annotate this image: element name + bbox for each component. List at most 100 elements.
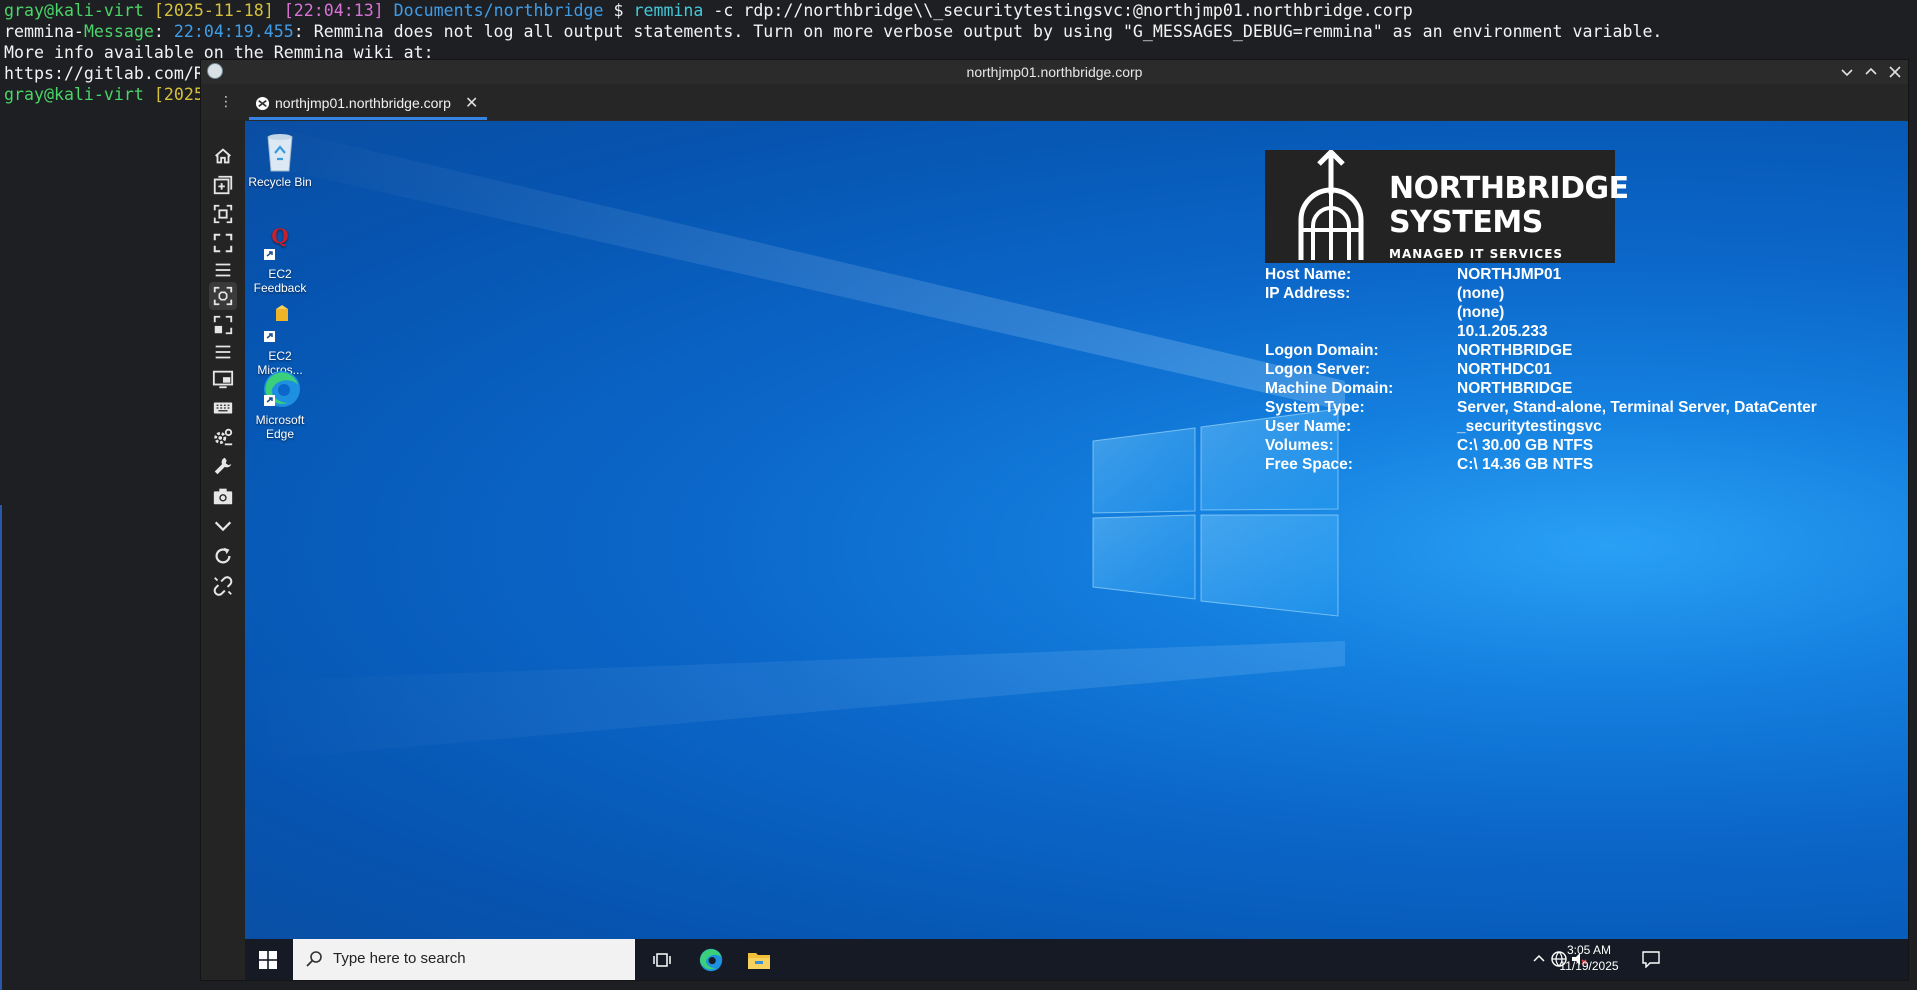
bginfo-system-type-label: System Type: bbox=[1265, 399, 1365, 416]
disconnect-button[interactable] bbox=[209, 572, 237, 600]
folder-icon bbox=[748, 952, 770, 969]
taskbar-clock[interactable]: 3:05 AM 11/19/2025 bbox=[1553, 942, 1625, 974]
bginfo-free-space-value: C:\ 14.36 GB NTFS bbox=[1457, 456, 1594, 473]
terminal-prompt: $ bbox=[613, 1, 624, 20]
reconnect-icon bbox=[215, 547, 231, 564]
terminal-line-command: gray@kali-virt [2025-11-18] [22:04:13] D… bbox=[4, 0, 1413, 21]
window-title: northjmp01.northbridge.corp bbox=[966, 64, 1143, 80]
bginfo-ip-value-1: (none) bbox=[1457, 285, 1505, 302]
bginfo-ip-value-2: (none) bbox=[1457, 304, 1505, 321]
taskbar-edge-button[interactable] bbox=[689, 939, 733, 980]
tab-label: northjmp01.northbridge.corp bbox=[275, 95, 451, 111]
desktop-icon-ec2-microsoft[interactable]: EC2 Micros... bbox=[245, 303, 315, 377]
svg-text:Q: Q bbox=[271, 224, 288, 248]
notifications-icon[interactable] bbox=[1641, 950, 1661, 968]
preferences-icon bbox=[214, 428, 233, 446]
fit-window-button[interactable] bbox=[209, 200, 237, 228]
terminal-date: [2025-11-18] bbox=[153, 1, 274, 20]
desktop-icon-microsoft-edge[interactable]: Microsoft Edge bbox=[245, 367, 315, 441]
bginfo-free-space-label: Free Space: bbox=[1265, 456, 1353, 473]
desktop-icon-label: EC2 Feedback bbox=[253, 267, 307, 295]
rdp-connection-icon bbox=[255, 96, 270, 111]
wrench-icon bbox=[214, 457, 232, 475]
dynamic-resize-icon bbox=[213, 315, 233, 335]
maximize-window-button[interactable] bbox=[1861, 62, 1881, 82]
remote-desktop[interactable]: Recycle Bin Q EC2 Feedback EC2 Micros...… bbox=[245, 121, 1908, 939]
bginfo-host-value: NORTHJMP01 bbox=[1457, 266, 1562, 283]
camera-icon bbox=[213, 488, 233, 505]
terminal-date-2: [2025 bbox=[153, 85, 204, 104]
preferences-button[interactable] bbox=[209, 423, 237, 451]
menu-icon-2 bbox=[215, 345, 231, 359]
bginfo-logon-domain-value: NORTHBRIDGE bbox=[1457, 342, 1573, 359]
chevron-down-icon bbox=[1841, 69, 1853, 77]
home-button[interactable] bbox=[209, 142, 237, 170]
bginfo-logon-domain-label: Logon Domain: bbox=[1265, 342, 1379, 359]
desktop-icon-label: Microsoft Edge bbox=[255, 413, 305, 441]
new-tab-icon bbox=[213, 175, 233, 195]
task-view-icon bbox=[653, 952, 671, 967]
northbridge-logo: NORTHBRIDGE SYSTEMS MANAGED IT SERVICES bbox=[1265, 150, 1629, 263]
bginfo-volumes-value: C:\ 30.00 GB NTFS bbox=[1457, 437, 1594, 454]
minimize-toolbar-button[interactable] bbox=[209, 512, 237, 540]
ec2-package-icon bbox=[258, 303, 302, 347]
bginfo-ip-value-3: 10.1.205.233 bbox=[1457, 323, 1548, 340]
chevron-up-icon bbox=[1865, 67, 1877, 75]
new-tab-button[interactable] bbox=[209, 171, 237, 199]
chevron-up-icon[interactable] bbox=[1531, 951, 1547, 967]
desktop-icon-ec2-feedback[interactable]: Q EC2 Feedback bbox=[245, 221, 315, 295]
tab-bar: ⋮ northjmp01.northbridge.corp ✕ bbox=[201, 84, 1908, 120]
minimize-window-button[interactable] bbox=[1837, 62, 1857, 82]
terminal-msg-timestamp: 22:04:19.455 bbox=[173, 22, 294, 41]
desktop-icon-label: Recycle Bin bbox=[248, 175, 312, 189]
windows-logo-icon bbox=[259, 950, 277, 969]
search-placeholder: Type here to search bbox=[333, 950, 466, 967]
fullscreen-button[interactable] bbox=[209, 229, 237, 257]
task-view-button[interactable] bbox=[641, 939, 685, 980]
terminal-msg-type: Message bbox=[83, 22, 154, 41]
clock-time: 3:05 AM bbox=[1566, 943, 1612, 957]
start-button[interactable] bbox=[245, 939, 291, 980]
terminal-line-url: https://gitlab.com/R bbox=[4, 64, 204, 83]
tab-connection[interactable]: northjmp01.northbridge.corp ✕ bbox=[249, 88, 487, 120]
taskbar-search-box[interactable]: Type here to search bbox=[293, 939, 635, 980]
bginfo-logon-server-label: Logon Server: bbox=[1265, 361, 1371, 378]
desktop-icon-recycle-bin[interactable]: Recycle Bin bbox=[245, 129, 315, 189]
tab-close-button[interactable]: ✕ bbox=[465, 93, 478, 113]
edge-icon bbox=[258, 367, 302, 411]
tools-button[interactable] bbox=[209, 452, 237, 480]
terminal-time: [22:04:13] bbox=[283, 1, 384, 20]
logo-subtitle: SYSTEMS bbox=[1389, 205, 1543, 240]
dynamic-resize-button[interactable] bbox=[209, 311, 237, 339]
remmina-window[interactable]: northjmp01.northbridge.corp ⋮ northjmp01… bbox=[201, 60, 1908, 980]
window-titlebar[interactable]: northjmp01.northbridge.corp bbox=[201, 60, 1908, 84]
bginfo-ip-label: IP Address: bbox=[1265, 285, 1351, 302]
terminal-msg-text: : Remmina does not log all output statem… bbox=[293, 22, 1663, 41]
multi-monitor-button[interactable] bbox=[209, 365, 237, 393]
reconnect-button[interactable] bbox=[209, 542, 237, 570]
northbridge-emblem-icon bbox=[1298, 150, 1364, 260]
terminal-side-strip bbox=[0, 505, 2, 990]
fullscreen-icon bbox=[213, 233, 233, 253]
tab-menu-button[interactable]: ⋮ bbox=[219, 94, 233, 110]
remmina-toolbar bbox=[201, 120, 245, 980]
menu-button-2[interactable] bbox=[209, 338, 237, 366]
menu-button[interactable] bbox=[209, 256, 237, 284]
windows-taskbar: Type here to search 3:05 AM 11/19/2025 bbox=[245, 939, 1908, 980]
windows-wallpaper bbox=[245, 121, 1345, 761]
logo-tagline: MANAGED IT SERVICES bbox=[1389, 247, 1564, 261]
screenshot-button[interactable] bbox=[209, 482, 237, 510]
keyboard-button[interactable] bbox=[209, 394, 237, 422]
keyboard-icon bbox=[213, 402, 233, 414]
bginfo-host-label: Host Name: bbox=[1265, 266, 1352, 283]
close-window-button[interactable] bbox=[1885, 62, 1905, 82]
terminal-args: -c rdp://northbridge\\_securitytestingsv… bbox=[713, 1, 1413, 20]
scale-button[interactable] bbox=[209, 282, 237, 310]
bginfo-machine-domain-value: NORTHBRIDGE bbox=[1457, 380, 1573, 397]
multi-monitor-icon bbox=[212, 370, 234, 389]
menu-icon bbox=[215, 263, 231, 277]
bginfo-system-type-value: Server, Stand-alone, Terminal Server, Da… bbox=[1457, 399, 1817, 416]
terminal-user-2: gray@kali-virt bbox=[4, 85, 144, 104]
taskbar-file-explorer-button[interactable] bbox=[737, 939, 781, 980]
terminal-line-message: remmina-Message: 22:04:19.455: Remmina d… bbox=[4, 22, 1663, 41]
